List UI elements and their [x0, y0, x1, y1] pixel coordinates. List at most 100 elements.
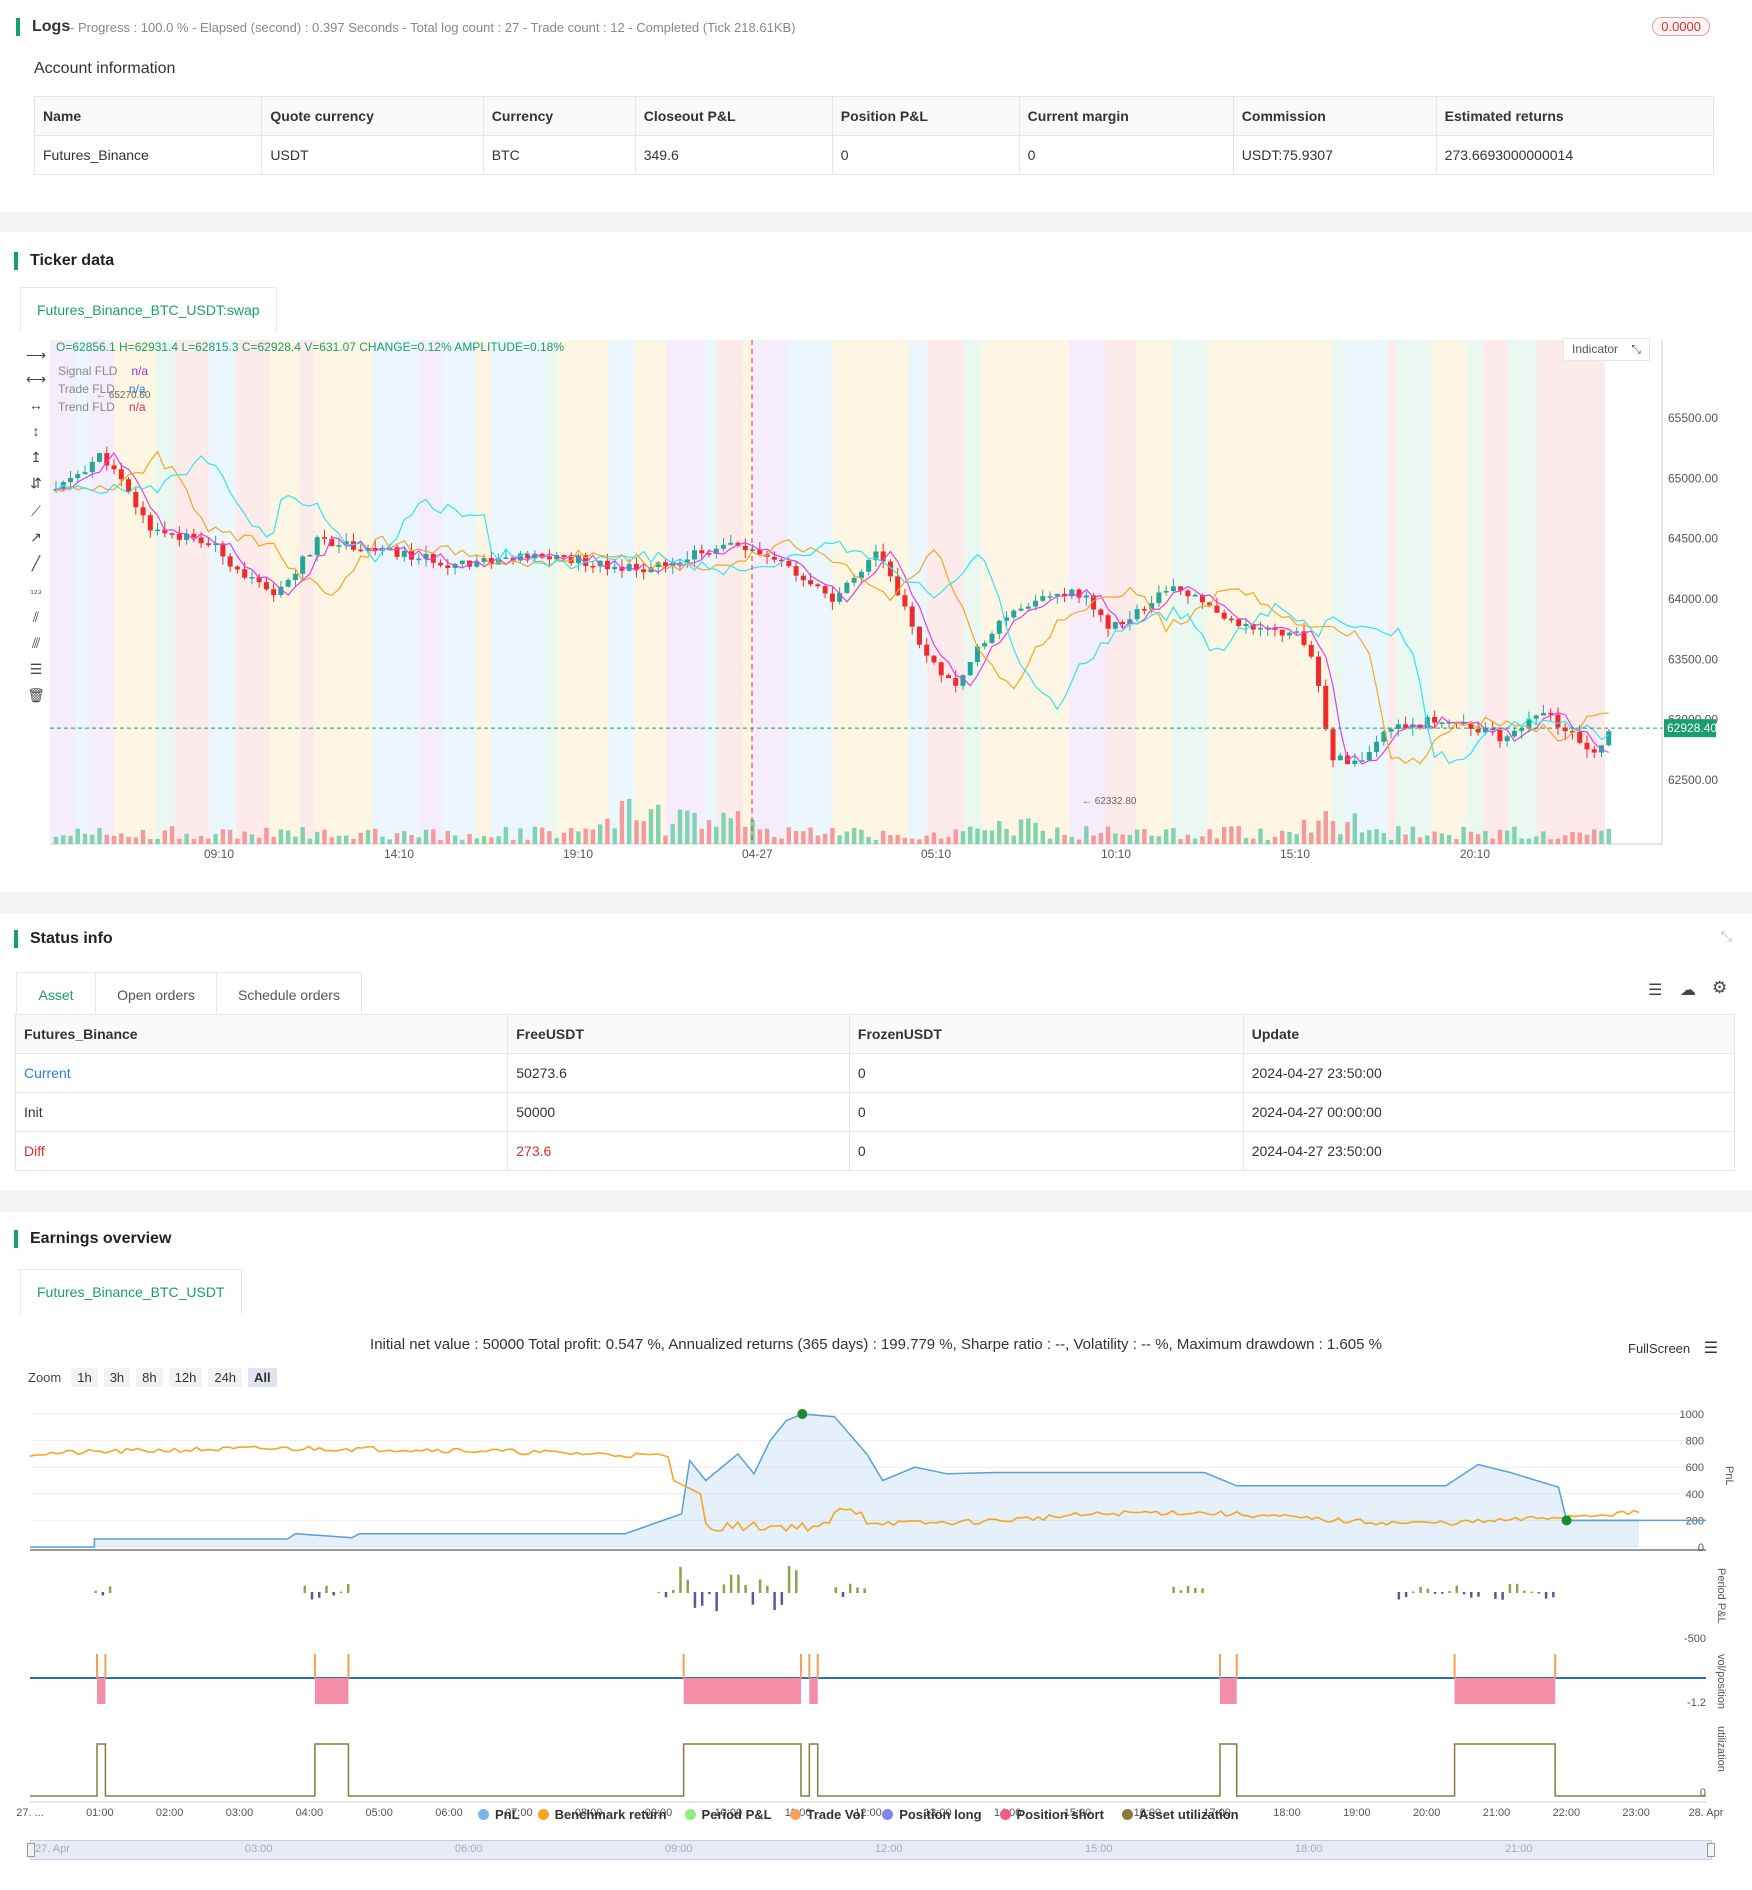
ticker-chart[interactable]: 65500.00 65000.00 64500.00 64000.00 63500.00…: [0, 332, 1752, 892]
fullscreen-button[interactable]: FullScreen ☰: [1628, 1338, 1718, 1358]
bg-band: [544, 340, 558, 844]
ticker-tab[interactable]: Futures_Binance_BTC_USDT:swap: [20, 287, 277, 332]
period-bar: [94, 1590, 97, 1593]
legend-item[interactable]: Period P&L: [684, 1807, 772, 1822]
volume-bar: [285, 830, 291, 844]
navigator-right-handle[interactable]: [1707, 1843, 1715, 1857]
volume-bar: [431, 829, 436, 844]
legend-item[interactable]: Benchmark return: [537, 1807, 667, 1822]
pnl-tick: 1000: [1680, 1409, 1704, 1421]
status-tab-asset[interactable]: Asset: [16, 972, 96, 1017]
candle-body: [336, 545, 342, 547]
navigator-tick: 27. Apr: [35, 1843, 70, 1855]
candle-body: [1352, 760, 1358, 765]
period-bar: [787, 1565, 791, 1593]
legend-value: n/a: [128, 382, 146, 396]
volume-bar: [880, 830, 886, 844]
zoom-1h-button[interactable]: 1h: [71, 1368, 98, 1387]
volume-bar: [467, 833, 472, 844]
volume-bar: [1287, 831, 1292, 844]
earnings-chart[interactable]: 1000 800 600 400 200 0 PnL -500 Period P&L -1.2 vo…: [0, 1396, 1752, 1866]
navigator[interactable]: 27. Apr 03:00 06:00 09:00 12:00 15:00 18:00 21:…: [27, 1840, 1715, 1860]
collapse-icon[interactable]: ⤡: [1721, 928, 1732, 945]
status-tab-schedule-orders[interactable]: Schedule orders: [216, 972, 362, 1017]
segment-tool-icon[interactable]: ╱: [26, 554, 46, 572]
horizontal-line-tool-icon[interactable]: ⟶: [26, 346, 46, 364]
bg-band: [1301, 340, 1332, 844]
volume-bar: [772, 836, 777, 844]
volume-bar: [1098, 832, 1104, 844]
navigator-tick: 12:00: [875, 1843, 903, 1855]
list-icon[interactable]: ☰: [1648, 980, 1662, 1000]
indicator-button[interactable]: Indicator ⤡: [1563, 338, 1650, 361]
ticker-heading: Ticker data: [14, 252, 114, 270]
legend-item[interactable]: Position long: [882, 1807, 982, 1822]
candle-body: [1555, 714, 1561, 728]
candle-body: [974, 646, 980, 662]
period-bar: [671, 1589, 675, 1593]
status-tab-open-orders[interactable]: Open orders: [95, 972, 217, 1017]
volume-bar: [315, 831, 320, 844]
earnings-tab[interactable]: Futures_Binance_BTC_USDT: [20, 1269, 242, 1314]
candle-body: [75, 474, 81, 478]
period-bar: [795, 1570, 798, 1593]
volume-bar: [612, 828, 617, 844]
volume-bar: [619, 800, 625, 844]
cloud-download-icon[interactable]: ☁: [1680, 980, 1696, 1000]
bg-band: [442, 340, 476, 844]
volume-bar: [1541, 831, 1546, 844]
asset-cell: 50273.6: [507, 1053, 850, 1093]
horizontal-ray-tool-icon[interactable]: ⟷: [26, 370, 46, 388]
legend-item[interactable]: PnL: [478, 1807, 520, 1822]
volume-bar: [917, 839, 922, 844]
price-label-tool-icon[interactable]: ₁₂₃: [26, 582, 46, 600]
candle-body: [1497, 729, 1503, 742]
x-tick-label: 19:10: [563, 847, 593, 861]
settings-gear-icon[interactable]: ⚙: [1712, 978, 1727, 998]
volume-bar: [1439, 833, 1445, 844]
account-cell: 0: [831, 135, 1020, 175]
x-tick-label: 28. Apr: [1689, 1807, 1724, 1819]
volume-bar: [1091, 835, 1096, 844]
volume-bar: [597, 824, 603, 844]
zoom-3h-button[interactable]: 3h: [103, 1368, 131, 1387]
trend-line-tool-icon[interactable]: ⟋: [26, 502, 46, 520]
legend-item[interactable]: Position short: [999, 1807, 1104, 1822]
volume-bar: [1352, 813, 1357, 844]
zoom-12h-button[interactable]: 12h: [168, 1368, 203, 1387]
expand-icon[interactable]: ⤡: [1631, 342, 1641, 356]
candle-body: [728, 542, 734, 545]
candlestick-chart[interactable]: 65500.00 65000.00 64500.00 64000.00 63500.00…: [0, 332, 1752, 892]
volume-bar: [1468, 831, 1474, 844]
zoom-all-button[interactable]: All: [248, 1368, 277, 1387]
bg-band: [236, 340, 270, 844]
legend-item[interactable]: Asset utilization: [1121, 1807, 1239, 1822]
zoom-24h-button[interactable]: 24h: [208, 1368, 243, 1387]
volume-bar: [997, 821, 1002, 844]
menu-icon[interactable]: ☰: [1704, 1340, 1718, 1357]
volume-bar: [1105, 826, 1111, 844]
vertical-ray-tool-icon[interactable]: ⇵: [26, 474, 46, 492]
extended-line-tool-icon[interactable]: ↔: [26, 396, 46, 414]
bg-band: [982, 340, 1024, 844]
candle-body: [1257, 627, 1263, 630]
candle-body: [126, 479, 132, 493]
legend-item[interactable]: Trade Vol: [789, 1807, 864, 1822]
candle-body: [677, 562, 683, 565]
pnl-area: [30, 1414, 1639, 1547]
volume-bar: [1504, 830, 1510, 844]
zoom-8h-button[interactable]: 8h: [136, 1368, 163, 1387]
vertical-line-tool-icon[interactable]: ↕: [26, 422, 46, 440]
vertical-segment-tool-icon[interactable]: ↥: [26, 448, 46, 466]
trash-icon[interactable]: 🗑: [26, 686, 46, 704]
bg-band: [858, 340, 883, 844]
ray-line-tool-icon[interactable]: ↗: [26, 528, 46, 546]
position-short-block: [1454, 1678, 1556, 1704]
bg-band: [1388, 340, 1396, 844]
volume-bar: [358, 832, 363, 844]
parallel-channel-tool-icon[interactable]: ⫽: [26, 608, 46, 626]
navigator-left-handle[interactable]: [27, 1843, 35, 1857]
fib-tool-icon[interactable]: ⫻: [26, 634, 46, 652]
fib-lines-tool-icon[interactable]: ☰: [26, 660, 46, 678]
candle-body: [800, 575, 806, 581]
